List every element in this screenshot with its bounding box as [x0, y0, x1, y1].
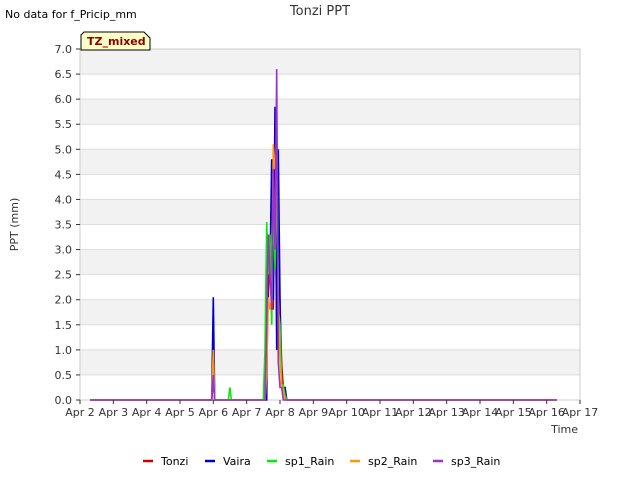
x-tick-label: Apr 7 — [232, 406, 262, 419]
x-axis-ticks: Apr 2 Apr 3 Apr 4 Apr 5 Apr 6 Apr 7 Apr 8 Apr 9… — [65, 400, 598, 419]
y-tick-label: 3.5 — [55, 219, 73, 232]
x-tick-label: Apr 17 — [562, 406, 599, 419]
x-tick-label: Apr 9 — [299, 406, 329, 419]
plot-band — [80, 349, 580, 375]
ppt-chart: Tonzi PPT 0.00.51.01.52.02.53.03.54.04.5… — [8, 4, 598, 468]
x-tick-label: Apr 15 — [495, 406, 532, 419]
x-tick-label: Apr 5 — [165, 406, 195, 419]
x-tick-label: Apr 6 — [199, 406, 229, 419]
legend-label-tonzi: Tonzi — [160, 455, 188, 468]
x-axis-label: Time — [550, 423, 578, 436]
y-tick-label: 1.0 — [55, 344, 73, 357]
legend-label-sp1_rain: sp1_Rain — [285, 455, 334, 468]
chart-title: Tonzi PPT — [289, 4, 350, 19]
plot-band — [80, 299, 580, 325]
x-tick-label: Apr 12 — [395, 406, 432, 419]
plot-band — [80, 249, 580, 275]
plot-band — [80, 199, 580, 225]
y-tick-label: 4.5 — [55, 168, 73, 181]
x-tick-label: Apr 11 — [362, 406, 399, 419]
x-tick-label: Apr 4 — [132, 406, 162, 419]
legend-label-vaira: Vaira — [223, 455, 251, 468]
x-tick-label: Apr 8 — [265, 406, 295, 419]
y-axis-ticks: 0.00.51.01.52.02.53.03.54.04.55.05.56.06… — [55, 43, 80, 407]
y-tick-label: 4.0 — [55, 193, 73, 206]
legend-label-sp2_rain: sp2_Rain — [368, 455, 417, 468]
plot-band — [80, 149, 580, 175]
site-badge-text: TZ_mixed — [87, 35, 146, 48]
y-tick-label: 6.5 — [55, 68, 73, 81]
y-tick-label: 0.5 — [55, 369, 73, 382]
y-tick-label: 1.5 — [55, 319, 73, 332]
site-badge: TZ_mixed — [80, 31, 151, 51]
plot-band — [80, 49, 580, 75]
y-tick-label: 5.5 — [55, 118, 73, 131]
legend-label-sp3_rain: sp3_Rain — [451, 455, 500, 468]
y-tick-label: 2.5 — [55, 269, 73, 282]
x-tick-label: Apr 13 — [428, 406, 465, 419]
y-tick-label: 3.0 — [55, 244, 73, 257]
y-tick-label: 7.0 — [55, 43, 73, 56]
y-tick-label: 6.0 — [55, 93, 73, 106]
y-tick-label: 5.0 — [55, 143, 73, 156]
x-tick-label: Apr 14 — [462, 406, 499, 419]
x-tick-label: Apr 2 — [65, 406, 95, 419]
x-tick-label: Apr 16 — [528, 406, 565, 419]
x-tick-label: Apr 10 — [328, 406, 365, 419]
legend: Tonzi Vaira sp1_Rain sp2_Rain sp3_Rain — [143, 455, 500, 468]
plot-band — [80, 99, 580, 125]
plot-bands — [80, 49, 580, 375]
y-axis-label: PPT (mm) — [8, 198, 21, 252]
x-tick-label: Apr 3 — [99, 406, 129, 419]
y-tick-label: 2.0 — [55, 294, 73, 307]
